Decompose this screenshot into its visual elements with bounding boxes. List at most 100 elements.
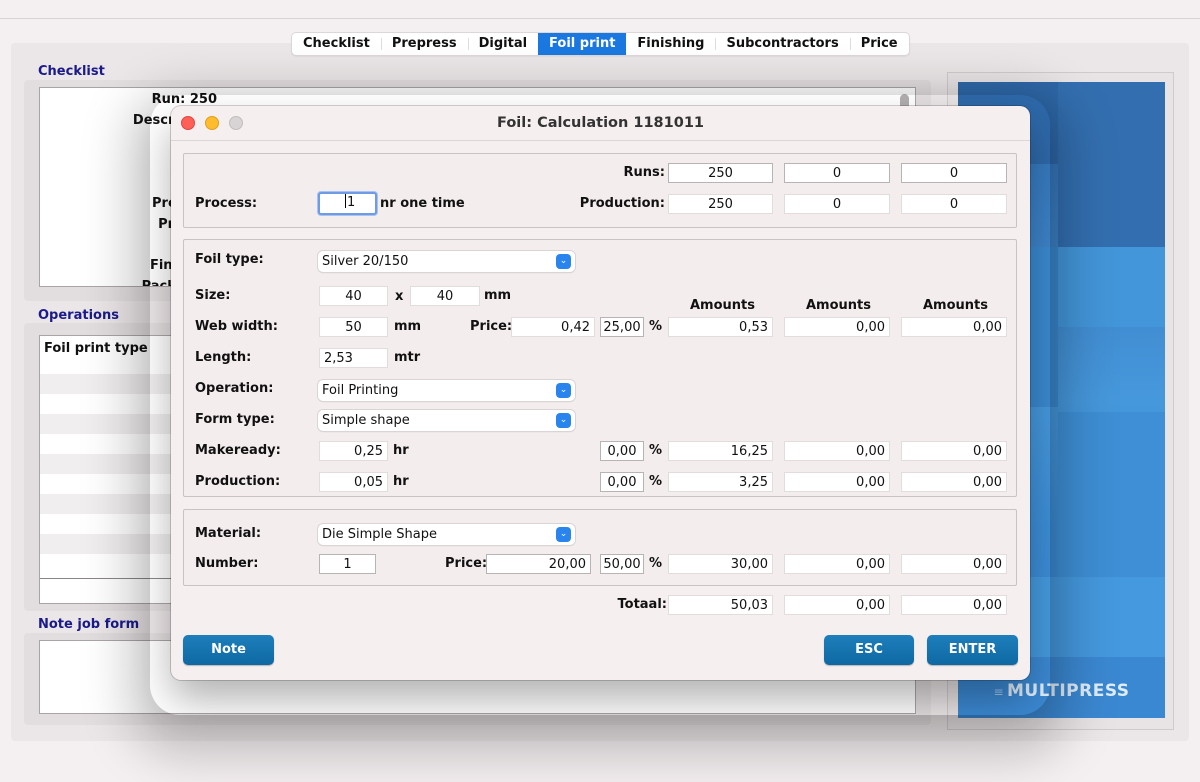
runs-input-1[interactable]: 250 xyxy=(668,163,773,183)
size-height-input[interactable]: 40 xyxy=(410,286,480,306)
production-amount-1: 3,25 xyxy=(668,472,773,492)
runs-input-3[interactable]: 0 xyxy=(901,163,1007,183)
makeready-amount-3: 0,00 xyxy=(901,441,1007,461)
tab-digital[interactable]: Digital xyxy=(467,33,538,55)
logo-tile xyxy=(1058,82,1165,247)
total-amount-2: 0,00 xyxy=(784,595,890,615)
multipress-logo: ≡ MULTIPRESS xyxy=(958,681,1165,701)
foil-type-select[interactable]: Silver 20/150 ⌄ xyxy=(318,251,575,272)
table-row[interactable] xyxy=(40,414,188,434)
material-price-input[interactable]: 20,00 xyxy=(486,554,591,574)
chevron-down-icon: ⌄ xyxy=(556,383,571,398)
note-button[interactable]: Note xyxy=(183,635,274,665)
top-divider xyxy=(0,18,1200,19)
operation-value: Foil Printing xyxy=(322,383,399,398)
percent-sign: % xyxy=(649,443,663,458)
production-runs-3: 0 xyxy=(901,194,1007,214)
tab-foil-print[interactable]: Foil print xyxy=(538,33,627,55)
price-amount-1: 0,53 xyxy=(668,317,773,337)
material-percent-input[interactable]: 50,00 xyxy=(600,554,644,574)
process-value: 1 xyxy=(347,195,356,210)
size-unit: mm xyxy=(484,288,512,303)
operation-select[interactable]: Foil Printing ⌄ xyxy=(318,380,575,401)
material-price-label: Price: xyxy=(445,556,488,571)
dialog-titlebar[interactable]: Foil: Calculation 1181011 xyxy=(171,106,1030,141)
esc-button[interactable]: ESC xyxy=(824,635,914,665)
price-percent-input[interactable]: 25,00 xyxy=(600,317,644,337)
size-separator: x xyxy=(395,289,404,304)
price-amount-3: 0,00 xyxy=(901,317,1007,337)
operations-group: Foil print type xyxy=(24,323,189,611)
logo-tile xyxy=(1058,247,1165,327)
material-value: Die Simple Shape xyxy=(322,527,437,542)
table-row[interactable] xyxy=(40,494,188,514)
checklist-title: Checklist xyxy=(38,64,105,79)
price-amount-2: 0,00 xyxy=(784,317,890,337)
number-input[interactable]: 1 xyxy=(319,554,376,574)
makeready-input[interactable]: 0,25 xyxy=(319,441,388,461)
process-input[interactable]: 1 xyxy=(318,192,377,215)
table-row[interactable] xyxy=(40,394,188,414)
material-panel: Material: Die Simple Shape ⌄ Number: 1 P… xyxy=(183,509,1017,586)
length-input[interactable]: 2,53 xyxy=(319,348,388,368)
foil-type-value: Silver 20/150 xyxy=(322,254,409,269)
size-width-input[interactable]: 40 xyxy=(319,286,388,306)
runs-label: Runs: xyxy=(623,165,665,180)
operations-table: Foil print type xyxy=(39,335,189,604)
percent-sign: % xyxy=(649,319,663,334)
tab-price[interactable]: Price xyxy=(849,33,909,55)
form-type-value: Simple shape xyxy=(322,413,410,428)
process-unit: nr one time xyxy=(380,196,465,211)
production-runs-label: Production: xyxy=(579,196,665,211)
size-label: Size: xyxy=(195,288,231,303)
tab-subcontractors[interactable]: Subcontractors xyxy=(715,33,849,55)
table-row[interactable] xyxy=(40,454,188,474)
tab-checklist[interactable]: Checklist xyxy=(292,33,381,55)
logo-tile xyxy=(1058,412,1165,577)
makeready-amount-2: 0,00 xyxy=(784,441,890,461)
production-amount-2: 0,00 xyxy=(784,472,890,492)
percent-sign: % xyxy=(649,474,663,489)
foil-type-label: Foil type: xyxy=(195,252,264,267)
length-unit: mtr xyxy=(394,350,421,365)
material-label: Material: xyxy=(195,526,262,541)
production-label: Production: xyxy=(195,474,281,489)
total-label: Totaal: xyxy=(617,597,668,612)
total-amount-1: 50,03 xyxy=(668,595,773,615)
logo-text: MULTIPRESS xyxy=(1007,681,1130,701)
table-row[interactable] xyxy=(40,534,188,554)
web-width-label: Web width: xyxy=(195,319,278,334)
material-amount-2: 0,00 xyxy=(784,554,890,574)
tab-finishing[interactable]: Finishing xyxy=(626,33,715,55)
operations-footer xyxy=(40,578,188,603)
production-runs-2: 0 xyxy=(784,194,890,214)
production-input[interactable]: 0,05 xyxy=(319,472,388,492)
total-amount-3: 0,00 xyxy=(901,595,1007,615)
logo-mark-icon: ≡ xyxy=(993,685,1004,699)
table-row[interactable] xyxy=(40,434,188,454)
table-row[interactable] xyxy=(40,374,188,394)
note-title: Note job form xyxy=(38,617,140,632)
process-label: Process: xyxy=(195,196,258,211)
text-caret xyxy=(345,194,346,208)
table-row[interactable] xyxy=(40,514,188,534)
table-row[interactable] xyxy=(40,554,188,574)
enter-button[interactable]: ENTER xyxy=(927,635,1018,665)
chevron-down-icon: ⌄ xyxy=(556,527,571,542)
runs-panel: Process: 1 nr one time Runs: 250 0 0 Pro… xyxy=(183,153,1017,228)
makeready-label: Makeready: xyxy=(195,443,281,458)
foil-panel: Foil type: Silver 20/150 ⌄ Size: 40 x 40… xyxy=(183,239,1017,497)
amounts-header-2: Amounts xyxy=(806,298,871,313)
table-row[interactable] xyxy=(40,474,188,494)
tab-prepress[interactable]: Prepress xyxy=(380,33,468,55)
price-input[interactable]: 0,42 xyxy=(511,317,595,337)
production-percent-input[interactable]: 0,00 xyxy=(600,472,644,492)
form-type-select[interactable]: Simple shape ⌄ xyxy=(318,410,575,431)
makeready-percent-input[interactable]: 0,00 xyxy=(600,441,644,461)
runs-input-2[interactable]: 0 xyxy=(784,163,890,183)
material-select[interactable]: Die Simple Shape ⌄ xyxy=(318,524,575,545)
dialog-title: Foil: Calculation 1181011 xyxy=(497,115,704,131)
operations-column-header[interactable]: Foil print type xyxy=(40,336,188,364)
web-width-input[interactable]: 50 xyxy=(319,317,388,337)
production-runs-1: 250 xyxy=(668,194,773,214)
